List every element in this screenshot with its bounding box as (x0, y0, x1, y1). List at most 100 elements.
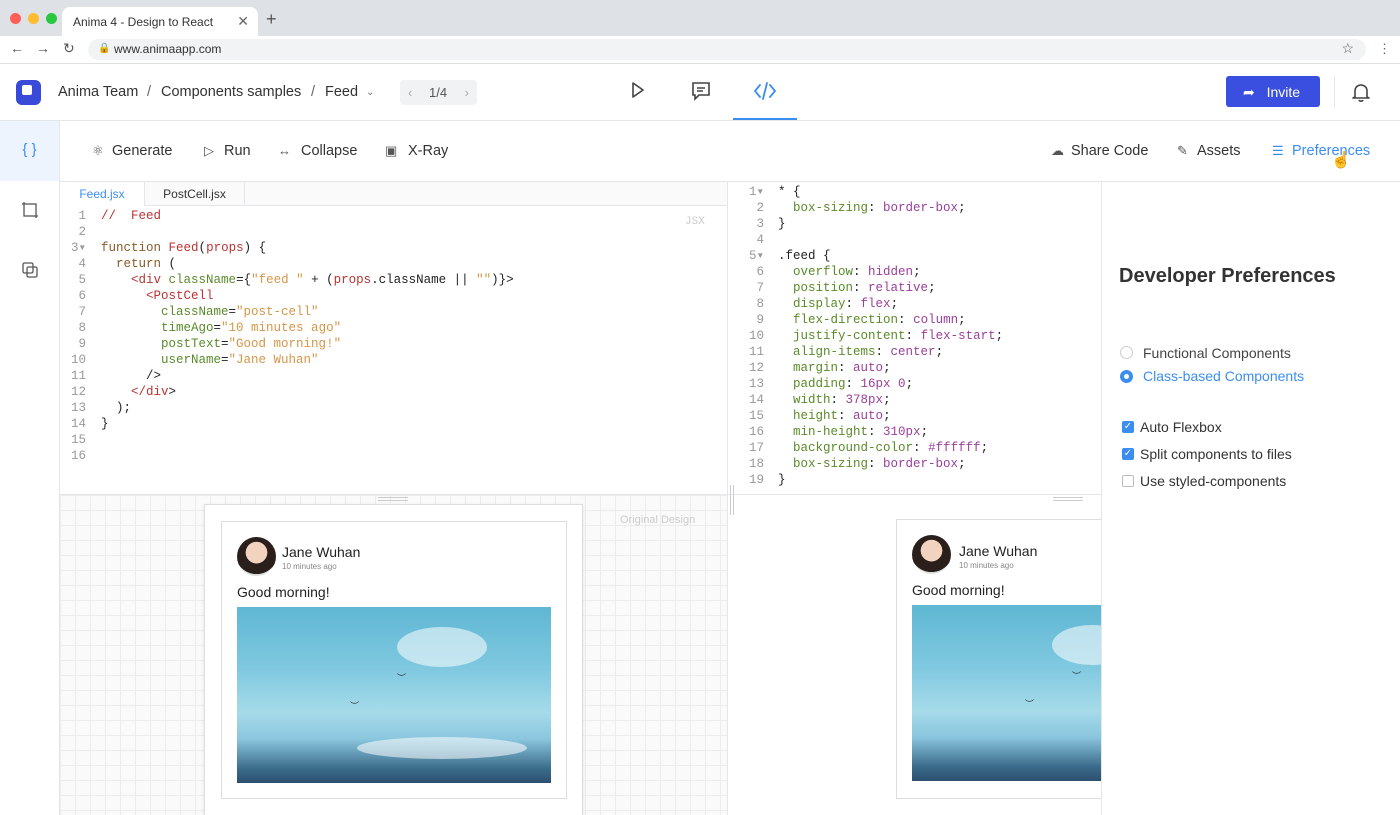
hand-cursor-icon: ☝ (1331, 152, 1351, 169)
auto-flexbox-label[interactable]: Auto Flexbox (1140, 419, 1222, 435)
bookmark-star-icon[interactable]: ☆ (1341, 40, 1354, 57)
breadcrumb-project[interactable]: Components samples (161, 84, 301, 100)
play-icon (632, 82, 644, 98)
generated-preview: Jane Wuhan 10 minutes ago Good morning! … (727, 494, 1101, 815)
class-based-components-radio[interactable] (1120, 370, 1133, 383)
split-components-label[interactable]: Split components to files (1140, 446, 1292, 462)
preferences-button[interactable]: ☰ Preferences (1272, 143, 1370, 159)
collapse-button[interactable]: ↔ Collapse (278, 143, 357, 159)
file-tabs: Feed.jsx PostCell.jsx (60, 182, 727, 206)
line-number: 3▾ (70, 241, 86, 255)
xray-label: X-Ray (408, 143, 449, 159)
breadcrumb-team[interactable]: Anima Team (58, 84, 138, 100)
line-number: 6 (756, 265, 764, 279)
line-number: 9 (756, 313, 764, 327)
browser-tab[interactable]: Anima 4 - Design to React ✕ (62, 7, 258, 36)
class-based-components-label[interactable]: Class-based Components (1143, 368, 1304, 384)
original-design-label: Original Design (620, 514, 696, 526)
line-number: 10 (70, 353, 86, 367)
auto-flexbox-checkbox[interactable]: ✓ (1122, 421, 1134, 433)
collapse-arrows-icon: ↔ (278, 143, 291, 158)
code-line: flex-direction: column; (793, 313, 966, 327)
jsx-editor[interactable]: JSX 1 // Feed 2 3▾ function Feed(props) {4 r… (60, 206, 727, 494)
developer-preferences-panel: Developer Preferences Functional Compone… (1101, 182, 1400, 815)
anima-logo[interactable] (16, 80, 41, 105)
close-window-button[interactable] (10, 13, 21, 24)
preferences-title: Developer Preferences (1119, 265, 1336, 287)
line-number: 7 (78, 305, 86, 319)
generate-button[interactable]: ⚛ Generate (92, 143, 172, 159)
code-line: </div> (131, 385, 177, 399)
browser-chrome: Anima 4 - Design to React ✕ + ← → ↻ 🔒 ww… (0, 0, 1400, 64)
code-line: height: auto; (793, 409, 891, 423)
rail-frames-tab[interactable] (0, 181, 59, 241)
line-number: 16 (748, 425, 764, 439)
share-code-label: Share Code (1071, 143, 1149, 159)
next-page-icon[interactable]: › (465, 85, 469, 100)
code-line: box-sizing: border-box; (793, 457, 966, 471)
post-photo: ︶ ︶ (912, 605, 1101, 781)
functional-components-label[interactable]: Functional Components (1143, 345, 1291, 361)
rail-layers-tab[interactable] (0, 241, 59, 301)
chevron-down-icon[interactable]: ⌄ (366, 87, 374, 98)
code-line: min-height: 310px; (793, 425, 929, 439)
resize-handle[interactable] (378, 497, 408, 501)
xray-button[interactable]: ▣ X-Ray (385, 143, 448, 159)
code-line: box-sizing: border-box; (793, 201, 966, 215)
post-cell-card: Jane Wuhan 10 minutes ago Good morning! … (221, 521, 567, 799)
notifications-bell-icon[interactable] (1350, 81, 1372, 103)
code-line: <div className={"feed " + (props.classNa… (131, 273, 514, 287)
code-line: .feed { (778, 249, 831, 263)
comments-mode-button[interactable] (688, 80, 714, 106)
line-number: 9 (78, 337, 86, 351)
prev-page-icon[interactable]: ‹ (408, 85, 412, 100)
tab-postcell-jsx[interactable]: PostCell.jsx (145, 182, 245, 206)
code-line: /> (101, 369, 162, 383)
invite-button[interactable]: ➦ Invite (1226, 76, 1320, 107)
bird-icon: ︶ (350, 701, 360, 711)
rail-code-tab[interactable]: { } (0, 121, 59, 181)
assets-label: Assets (1197, 143, 1241, 159)
share-code-button[interactable]: ☁ Share Code (1051, 143, 1148, 159)
tab-feed-jsx[interactable]: Feed.jsx (60, 182, 145, 206)
styled-components-label[interactable]: Use styled-components (1140, 473, 1286, 489)
bird-icon: ︶ (1025, 699, 1035, 709)
functional-components-radio[interactable] (1120, 346, 1133, 359)
split-components-checkbox[interactable]: ✓ (1122, 448, 1134, 460)
play-mode-button[interactable] (624, 80, 650, 106)
css-editor[interactable]: 1▾ * {2 box-sizing: border-box; 3} 4 5▾ .feed… (727, 182, 1101, 494)
line-number: 15 (748, 409, 764, 423)
code-line: } (101, 417, 109, 431)
line-number: 2 (78, 225, 86, 239)
minimize-window-button[interactable] (28, 13, 39, 24)
maximize-window-button[interactable] (46, 13, 57, 24)
new-tab-button[interactable]: + (266, 9, 277, 30)
styled-components-checkbox[interactable] (1122, 475, 1134, 487)
split-handle[interactable] (730, 485, 734, 515)
time-ago: 10 minutes ago (959, 561, 1014, 570)
code-line: background-color: #ffffff; (793, 441, 989, 455)
close-tab-icon[interactable]: ✕ (237, 13, 249, 30)
browser-menu-icon[interactable]: ⋮ (1378, 41, 1391, 57)
code-line: width: 378px; (793, 393, 891, 407)
line-number: 5 (78, 273, 86, 287)
post-text: Good morning! (912, 582, 1005, 598)
reload-icon[interactable]: ↻ (63, 40, 75, 57)
breadcrumb-page[interactable]: Feed (325, 84, 358, 100)
code-line: } (778, 217, 786, 231)
code-line: ); (101, 401, 132, 415)
back-icon[interactable]: ← (10, 40, 24, 56)
code-toolbar: ⚛ Generate ▷ Run ↔ Collapse ▣ X-Ray ☁ Share C… (60, 121, 1400, 182)
line-number: 11 (70, 369, 86, 383)
comment-icon (692, 82, 710, 101)
line-number: 3 (756, 217, 764, 231)
code-mode-button[interactable] (752, 80, 778, 106)
code-line: // Feed (101, 209, 162, 223)
browser-tab-title: Anima 4 - Design to React (73, 15, 214, 29)
url-bar[interactable]: 🔒 www.animaapp.com ☆ (88, 39, 1366, 60)
frame-icon (21, 202, 38, 218)
resize-handle[interactable] (1053, 497, 1083, 501)
assets-button[interactable]: ✎ Assets (1177, 143, 1241, 159)
run-button[interactable]: ▷ Run (204, 143, 251, 159)
forward-icon[interactable]: → (36, 40, 50, 56)
